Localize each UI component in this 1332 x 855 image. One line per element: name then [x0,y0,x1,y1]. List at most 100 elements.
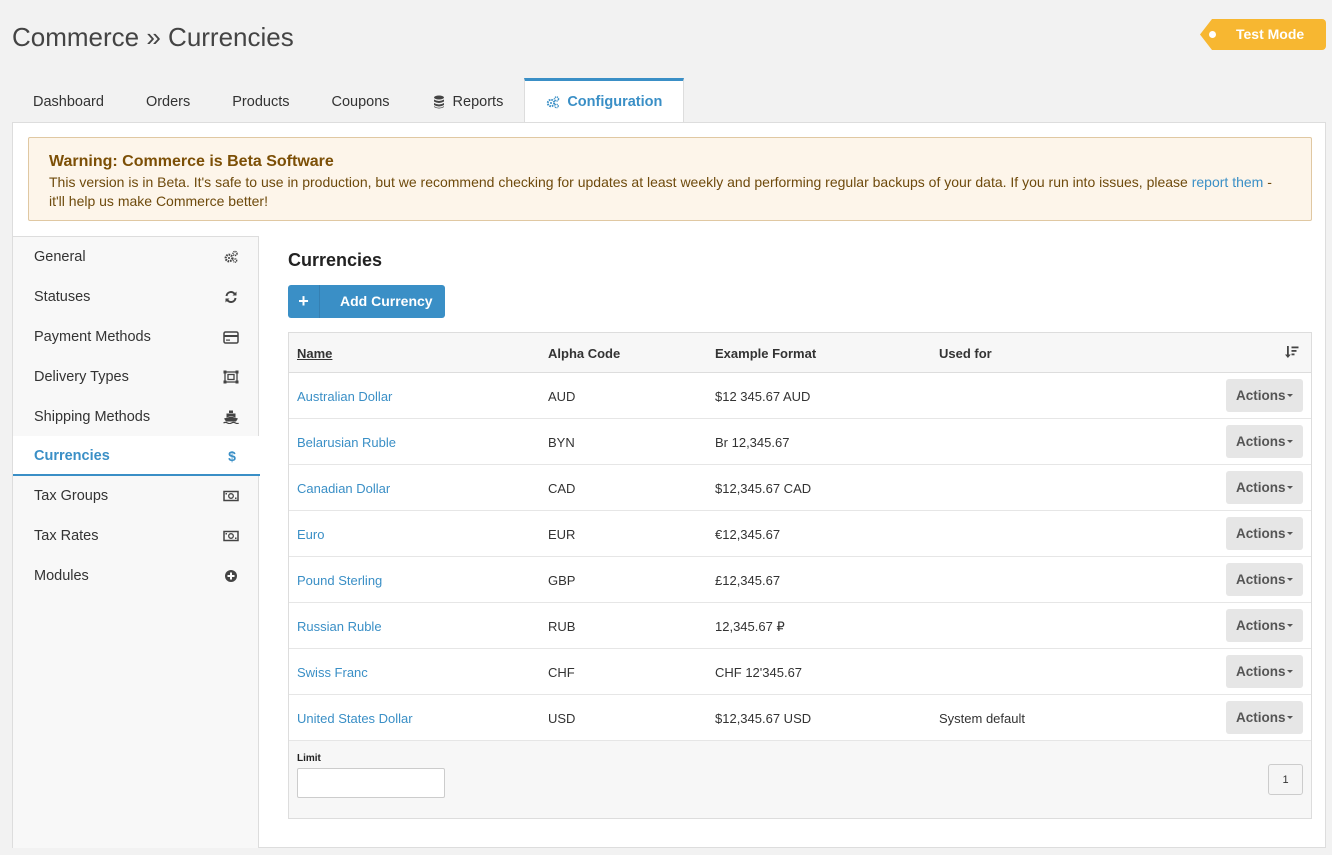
sidebar-item-label: Shipping Methods [34,409,151,425]
limit-input[interactable] [297,768,445,798]
tab-coupons[interactable]: Coupons [311,78,411,122]
sidebar-item-label: Modules [34,568,89,584]
tab-reports[interactable]: Reports [411,78,525,122]
alpha-code: BYN [548,435,575,450]
limit-label: Limit [297,753,321,764]
currency-name-link[interactable]: Swiss Franc [297,665,368,680]
caret-down-icon [1287,670,1293,673]
alpha-code: CHF [548,665,575,680]
sidebar-item-delivery-types[interactable]: Delivery Types [13,357,259,397]
pagination-page-button[interactable]: 1 [1268,764,1303,795]
caret-down-icon [1287,486,1293,489]
table-row: Russian Ruble RUB 12,345.67 ₽ Actions [289,603,1311,649]
caret-down-icon [1287,532,1293,535]
caret-down-icon [1287,624,1293,627]
test-mode-label: Test Mode [1236,26,1305,42]
actions-label: Actions [1236,388,1286,403]
database-icon [433,95,444,109]
plus-circle-icon [223,569,239,583]
column-header-used-for: Used for [939,346,992,361]
tab-label: Products [232,94,290,110]
actions-button[interactable]: Actions [1226,655,1303,688]
column-header-example-format: Example Format [715,346,817,361]
object-group-icon [223,370,239,384]
sidebar-item-payment-methods[interactable]: Payment Methods [13,317,259,357]
warning-body: This version is in Beta. It's safe to us… [49,173,1291,211]
table-header: Name Alpha Code Example Format Used for [289,333,1311,373]
sidebar-item-label: General [34,249,86,265]
actions-button[interactable]: Actions [1226,701,1303,734]
example-format: CHF 12'345.67 [715,665,803,680]
sidebar-item-label: Tax Groups [34,488,109,504]
actions-button[interactable]: Actions [1226,425,1303,458]
table-footer: Limit 1 [289,741,1311,818]
actions-button[interactable]: Actions [1226,517,1303,550]
sidebar-item-statuses[interactable]: Statuses [13,277,259,317]
example-format: Br 12,345.67 [715,435,790,450]
actions-label: Actions [1236,480,1286,495]
example-format: €12,345.67 [715,527,781,542]
currency-name-link[interactable]: Euro [297,527,324,542]
actions-label: Actions [1236,664,1286,679]
page-title: Commerce » Currencies [12,22,294,52]
example-format: $12,345.67 CAD [715,481,812,496]
tab-label: Configuration [567,94,663,110]
credit-card-icon [223,330,239,344]
alpha-code: GBP [548,573,576,588]
tab-configuration[interactable]: Configuration [524,78,685,122]
sort-icon[interactable] [1285,345,1299,359]
money-icon [223,529,239,543]
currency-name-link[interactable]: Australian Dollar [297,389,392,404]
table-row: Australian Dollar AUD $12 345.67 AUD Act… [289,373,1311,419]
currencies-table: Name Alpha Code Example Format Used for … [288,332,1312,819]
add-currency-label: Add Currency [340,293,433,309]
currency-name-link[interactable]: United States Dollar [297,711,413,726]
used-for: System default [939,711,1025,726]
currency-name-link[interactable]: Belarusian Ruble [297,435,396,450]
actions-button[interactable]: Actions [1226,563,1303,596]
cogs-icon [223,250,239,264]
actions-label: Actions [1236,526,1286,541]
sidebar-item-tax-rates[interactable]: Tax Rates [13,516,259,556]
currency-name-link[interactable]: Canadian Dollar [297,481,390,496]
warning-text: This version is in Beta. It's safe to us… [49,174,1192,190]
example-format: $12,345.67 USD [715,711,812,726]
content-panel: Warning: Commerce is Beta Software This … [12,122,1326,848]
actions-label: Actions [1236,434,1286,449]
sidebar-item-shipping-methods[interactable]: Shipping Methods [13,397,259,437]
alpha-code: AUD [548,389,576,404]
sidebar-item-label: Payment Methods [34,329,151,345]
tab-label: Dashboard [33,94,104,110]
test-mode-badge[interactable]: Test Mode [1200,19,1326,50]
actions-button[interactable]: Actions [1226,609,1303,642]
actions-button[interactable]: Actions [1226,379,1303,412]
add-currency-button[interactable]: + Add Currency [288,285,445,318]
table-row: Canadian Dollar CAD $12,345.67 CAD Actio… [289,465,1311,511]
alpha-code: RUB [548,619,576,634]
column-header-alpha-code: Alpha Code [548,346,621,361]
tab-orders[interactable]: Orders [125,78,211,122]
tab-label: Coupons [331,94,390,110]
sidebar-item-currencies[interactable]: Currencies $ [13,436,260,476]
cogs-icon [547,96,560,109]
sidebar-item-label: Tax Rates [34,528,99,544]
sidebar-item-label: Currencies [34,448,110,464]
caret-down-icon [1287,440,1293,443]
actions-button[interactable]: Actions [1226,471,1303,504]
tab-products[interactable]: Products [211,78,310,122]
example-format: 12,345.67 ₽ [715,619,785,634]
table-row: United States Dollar USD $12,345.67 USD … [289,695,1311,741]
alpha-code: USD [548,711,576,726]
sidebar-item-general[interactable]: General [13,237,259,277]
tab-dashboard[interactable]: Dashboard [12,78,125,122]
currency-name-link[interactable]: Pound Sterling [297,573,382,588]
column-header-name[interactable]: Name [297,346,332,361]
dot-icon [1209,31,1216,38]
sidebar-item-label: Delivery Types [34,369,129,385]
sidebar-item-modules[interactable]: Modules [13,556,259,596]
report-link[interactable]: report them [1192,174,1264,190]
example-format: £12,345.67 [715,573,781,588]
alpha-code: EUR [548,527,576,542]
sidebar-item-tax-groups[interactable]: Tax Groups [13,476,259,516]
currency-name-link[interactable]: Russian Ruble [297,619,382,634]
